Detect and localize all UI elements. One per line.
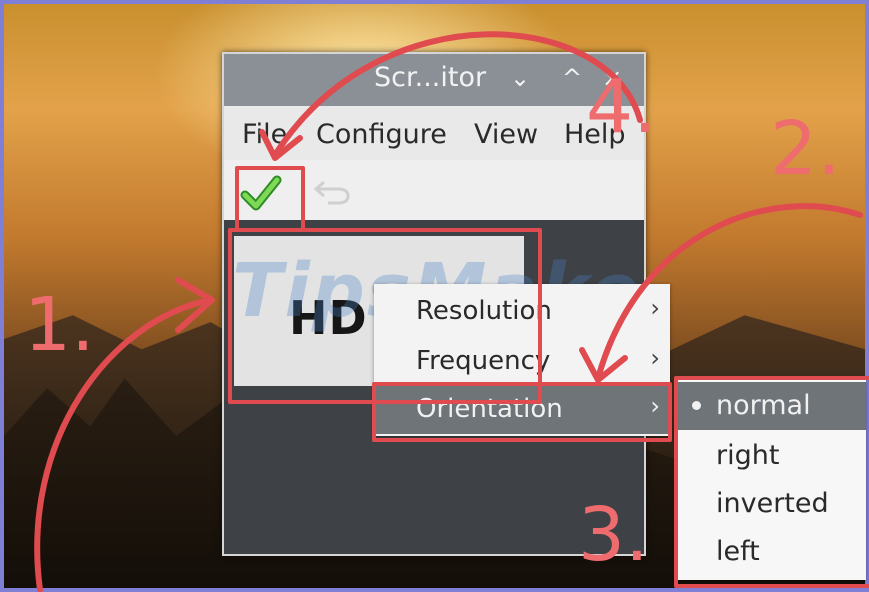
menu-file[interactable]: File (242, 119, 287, 150)
chevron-down-icon[interactable]: ⌄ (510, 63, 530, 93)
step-number-3: 3. (578, 492, 649, 578)
menu-configure[interactable]: Configure (316, 119, 447, 150)
highlight-monitor (228, 228, 542, 404)
menubar: File Configure View Help (224, 106, 644, 160)
highlight-orientation (372, 382, 672, 442)
window-title: Scr...itor (374, 62, 487, 93)
undo-button[interactable] (312, 176, 352, 206)
step-number-2: 2. (770, 106, 841, 192)
window-titlebar[interactable]: Scr...itor ⌄ ^ × (224, 54, 644, 106)
step-number-1: 1. (24, 282, 95, 368)
undo-icon (313, 180, 350, 205)
highlight-apply (235, 166, 305, 232)
step-number-4: 4. (586, 64, 657, 150)
menu-view[interactable]: View (474, 119, 538, 150)
highlight-submenu (674, 376, 869, 588)
maximize-button[interactable]: ^ (562, 63, 582, 93)
chevron-right-icon: › (650, 344, 660, 372)
chevron-right-icon: › (650, 294, 660, 322)
